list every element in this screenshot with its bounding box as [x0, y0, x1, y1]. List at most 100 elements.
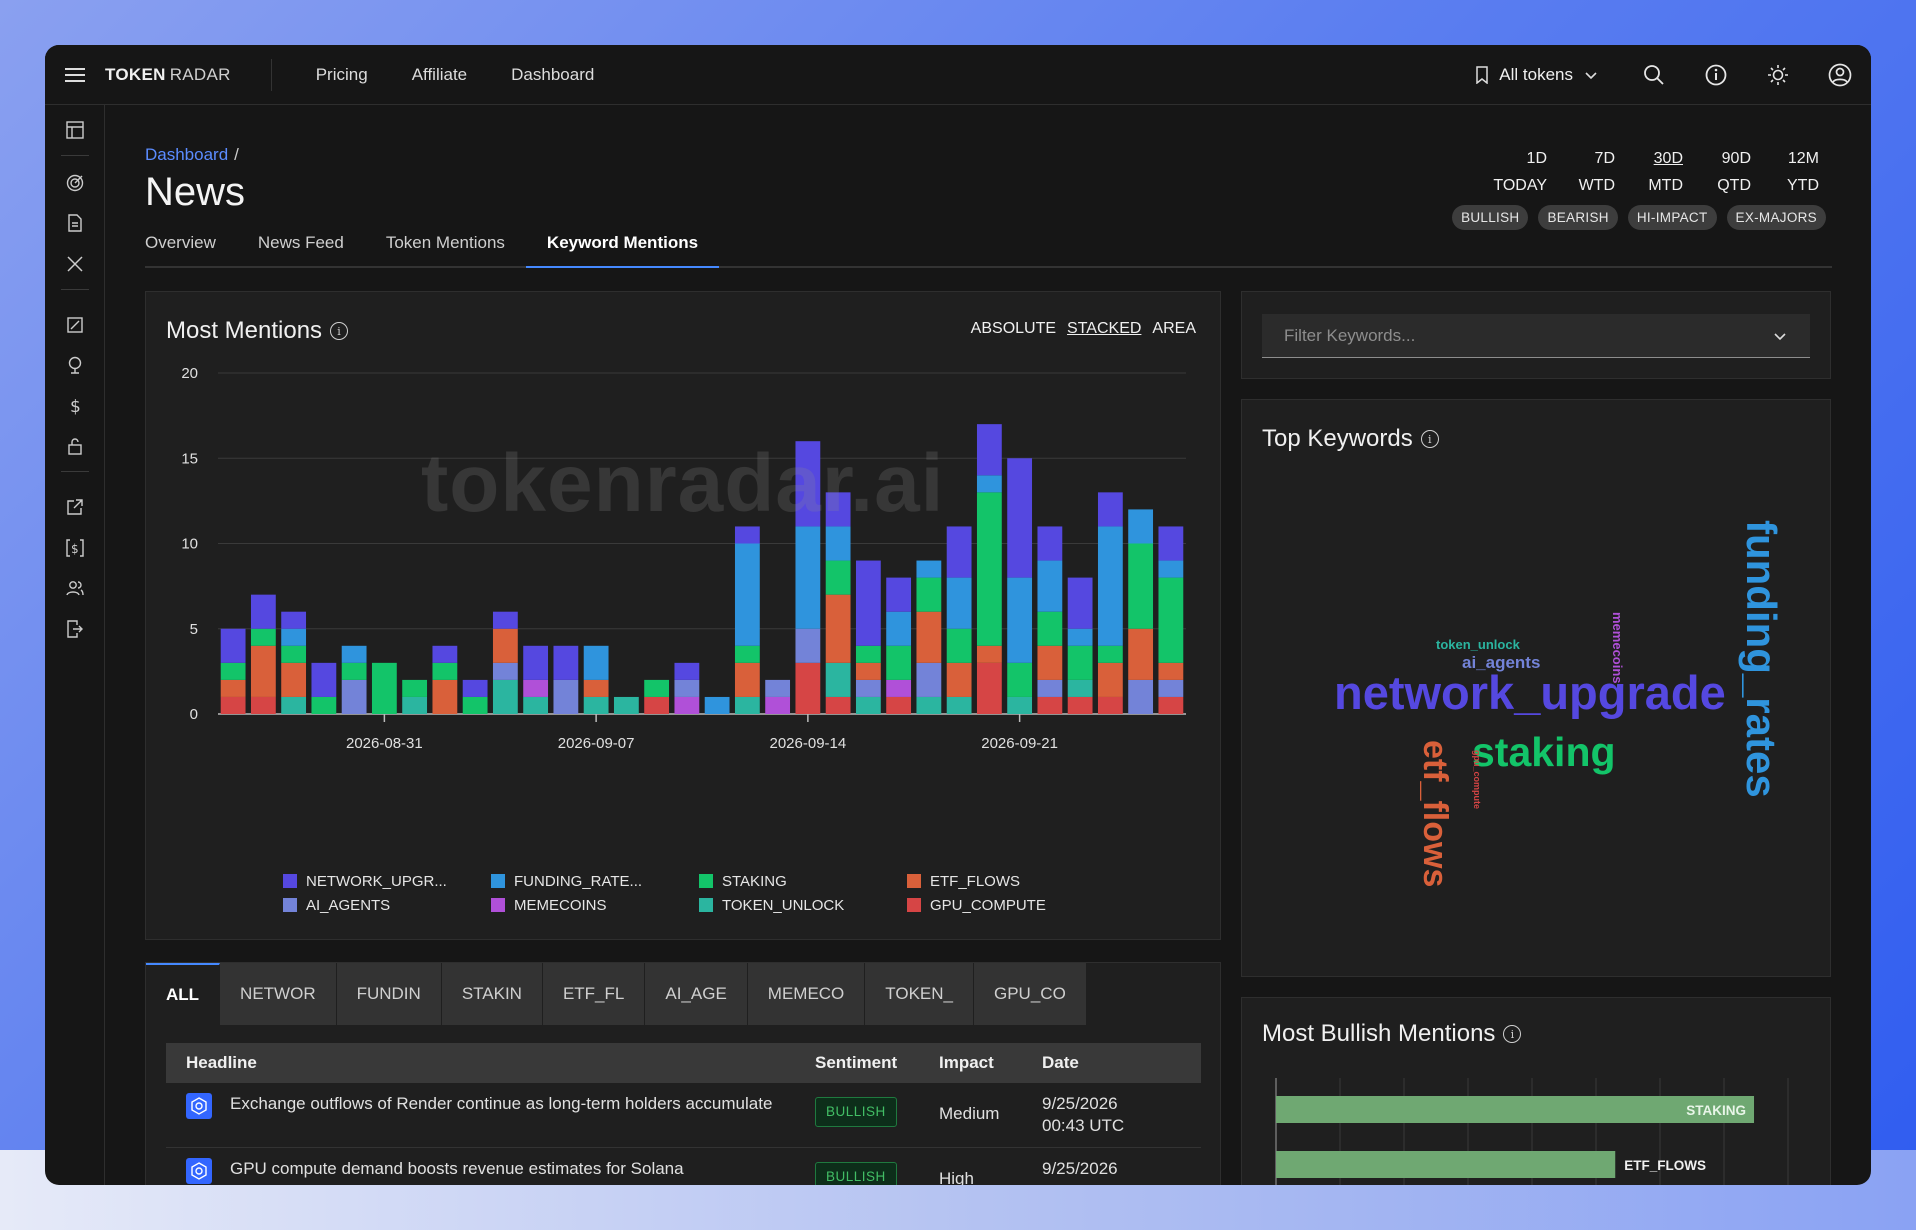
tab-news-feed[interactable]: News Feed — [237, 230, 365, 268]
mode-stacked[interactable]: STACKED — [1067, 320, 1141, 338]
legend-item[interactable]: STAKING — [699, 872, 907, 890]
period-12m[interactable]: 12M YTD — [1751, 145, 1819, 199]
theme-sun-icon[interactable] — [1747, 45, 1809, 105]
tab-keyword-mentions[interactable]: Keyword Mentions — [525, 230, 720, 268]
word-etf-flows[interactable]: etf_flows — [1416, 740, 1454, 887]
legend-item[interactable]: GPU_COMPUTE — [907, 896, 1115, 914]
bar-segment — [1037, 611, 1063, 646]
filter-chip-hi-impact[interactable]: HI-IMPACT — [1627, 205, 1717, 230]
token-selector[interactable]: All tokens — [1451, 65, 1623, 85]
legend-item[interactable]: MEMECOINS — [491, 896, 699, 914]
bar-segment — [946, 628, 972, 663]
word-memecoins[interactable]: memecoins — [1610, 612, 1625, 684]
kw-tab-memecoins[interactable]: MEMECO — [747, 963, 866, 1025]
info-icon[interactable]: i — [330, 322, 349, 340]
legend-label: TOKEN_UNLOCK — [722, 896, 845, 914]
bar-segment — [795, 662, 821, 714]
search-icon[interactable] — [1623, 45, 1685, 105]
info-icon[interactable]: i — [1503, 1025, 1522, 1043]
info-icon[interactable]: i — [1420, 430, 1439, 448]
user-avatar-icon[interactable] — [1809, 45, 1871, 105]
billing-dollar-icon[interactable]: $ — [45, 533, 105, 563]
breadcrumb-dashboard-link[interactable]: Dashboard — [145, 145, 228, 164]
bar-segment — [281, 696, 307, 714]
word-network-upgrade[interactable]: network_upgrade — [1334, 666, 1726, 719]
nav-link-pricing[interactable]: Pricing — [294, 65, 390, 85]
bar-segment — [432, 645, 458, 663]
legend-item[interactable]: TOKEN_UNLOCK — [699, 896, 907, 914]
word-token-unlock[interactable]: token_unlock — [1436, 637, 1521, 652]
mode-area[interactable]: AREA — [1152, 320, 1196, 338]
external-link-icon[interactable] — [45, 492, 105, 522]
radar-target-icon[interactable] — [45, 168, 105, 198]
kw-tab-etf-flows[interactable]: ETF_FL — [542, 963, 646, 1025]
nav-link-dashboard[interactable]: Dashboard — [489, 65, 616, 85]
filter-chip-bearish[interactable]: BEARISH — [1538, 205, 1618, 230]
globe-icon[interactable] — [45, 350, 105, 380]
kw-tab-token-unlock[interactable]: TOKEN_ — [865, 963, 974, 1025]
chart-box-icon[interactable] — [45, 310, 105, 340]
legend-item[interactable]: ETF_FLOWS — [907, 872, 1115, 890]
svg-text:$: $ — [70, 397, 81, 415]
bar-segment — [1128, 679, 1154, 714]
bar-segment — [250, 628, 276, 646]
tab-overview[interactable]: Overview — [145, 230, 237, 268]
dashboard-calendar-icon[interactable] — [45, 115, 105, 145]
period-90d[interactable]: 90D QTD — [1683, 145, 1751, 199]
news-document-icon[interactable] — [45, 208, 105, 238]
word-funding-rates[interactable]: funding_rates — [1738, 520, 1785, 798]
filter-keywords-dropdown[interactable]: Filter Keywords... — [1262, 314, 1810, 358]
kw-tab-ai-agents[interactable]: AI_AGE — [645, 963, 748, 1025]
legend-item[interactable]: NETWORK_UPGR... — [283, 872, 491, 890]
bar-segment — [1097, 526, 1123, 646]
word-ai-agents[interactable]: ai_agents — [1462, 653, 1540, 672]
column-header-impact[interactable]: Impact — [919, 1043, 1022, 1083]
unlock-icon[interactable] — [45, 431, 105, 461]
kw-tab-all[interactable]: ALL — [146, 963, 221, 1025]
filter-chip-bullish[interactable]: BULLISH — [1452, 205, 1529, 230]
kw-tab-network[interactable]: NETWOR — [220, 963, 337, 1025]
tab-token-mentions[interactable]: Token Mentions — [365, 230, 526, 268]
bar-segment — [250, 645, 276, 697]
kw-tab-gpu-compute[interactable]: GPU_CO — [974, 963, 1087, 1025]
headline-text[interactable]: GPU compute demand boosts revenue estima… — [230, 1158, 684, 1184]
word-gpu-compute[interactable]: gpu_compute — [1472, 750, 1482, 809]
hamburger-menu-icon[interactable] — [45, 45, 105, 105]
mode-absolute[interactable]: ABSOLUTE — [971, 320, 1056, 338]
period-1d[interactable]: 1D TODAY — [1479, 145, 1547, 199]
bar-segment — [1037, 696, 1063, 714]
period-30d[interactable]: 30D MTD — [1615, 145, 1683, 199]
legend-item[interactable]: FUNDING_RATE... — [491, 872, 699, 890]
bullish-bar — [1276, 1096, 1755, 1123]
bar-segment — [886, 679, 912, 697]
brand-light-text: RADAR — [169, 64, 231, 84]
column-header-headline[interactable]: Headline — [166, 1043, 795, 1083]
table-row[interactable]: GPU compute demand boosts revenue estima… — [166, 1147, 1201, 1185]
token-logo-icon — [186, 1093, 212, 1119]
period-7d[interactable]: 7D WTD — [1547, 145, 1615, 199]
info-icon[interactable] — [1685, 45, 1747, 105]
users-group-icon[interactable] — [45, 573, 105, 603]
svg-text:$: $ — [71, 542, 79, 556]
nav-link-affiliate[interactable]: Affiliate — [390, 65, 489, 85]
headline-text[interactable]: Exchange outflows of Render continue as … — [230, 1093, 772, 1119]
legend-item[interactable]: AI_AGENTS — [283, 896, 491, 914]
table-row[interactable]: Exchange outflows of Render continue as … — [166, 1083, 1201, 1148]
logout-icon[interactable] — [45, 614, 105, 644]
word-staking[interactable]: staking — [1472, 729, 1616, 775]
kw-tab-staking[interactable]: STAKIN — [441, 963, 543, 1025]
bar-segment — [462, 696, 488, 714]
brand-logo[interactable]: TOKEN RADAR — [105, 58, 272, 91]
y-tick-label: 5 — [190, 621, 198, 638]
bar-segment — [644, 696, 670, 714]
kw-tab-funding[interactable]: FUNDIN — [336, 963, 442, 1025]
chevron-down-icon — [1585, 71, 1597, 79]
legend-swatch — [699, 898, 713, 912]
dollar-icon[interactable]: $ — [45, 391, 105, 421]
bar-segment — [1097, 492, 1123, 527]
legend-label: NETWORK_UPGR... — [306, 872, 447, 890]
filter-chip-ex-majors[interactable]: EX-MAJORS — [1726, 205, 1826, 230]
column-header-date[interactable]: Date — [1022, 1043, 1201, 1083]
column-header-sentiment[interactable]: Sentiment — [795, 1043, 919, 1083]
x-twitter-icon[interactable] — [45, 249, 105, 279]
